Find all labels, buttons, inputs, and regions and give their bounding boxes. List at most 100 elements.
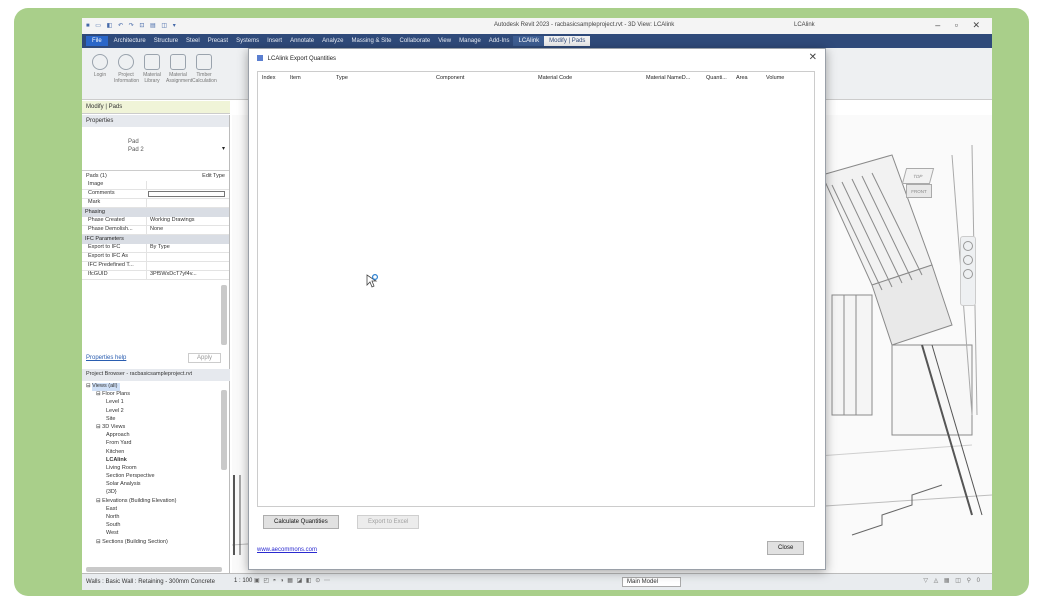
tab-systems[interactable]: Systems <box>232 38 263 44</box>
tab-annotate[interactable]: Annotate <box>286 38 318 44</box>
browser-item-views-all[interactable]: ⊟ Views (all) <box>82 383 230 392</box>
browser-item-from-yard[interactable]: From Yard <box>82 440 230 448</box>
column-header-type[interactable]: Type <box>336 75 348 81</box>
tab-insert[interactable]: Insert <box>263 38 286 44</box>
close-button[interactable]: Close <box>767 541 805 555</box>
tab-analyze[interactable]: Analyze <box>318 38 347 44</box>
aecommons-link[interactable]: www.aecommons.com <box>257 547 317 553</box>
tab-collaborate[interactable]: Collaborate <box>396 38 435 44</box>
tab-steel[interactable]: Steel <box>182 38 204 44</box>
tab-view[interactable]: View <box>434 38 455 44</box>
edit-type-button[interactable]: Edit Type <box>202 173 225 179</box>
view-control-icons[interactable]: ▣ ◰ ◓ ◑ ▦ ◪ ◧ ⊙ ⋯ <box>254 577 331 584</box>
section-phasing[interactable]: Phasing <box>82 208 229 217</box>
model-selector[interactable]: Main Model <box>622 577 682 587</box>
column-header-index[interactable]: Index <box>262 75 275 81</box>
property-value[interactable] <box>146 181 229 189</box>
steering-wheel-icon[interactable] <box>963 241 973 251</box>
property-value[interactable]: Working Drawings <box>146 217 229 225</box>
property-row[interactable]: IFC Predefined T... <box>82 262 229 271</box>
column-header-quanti[interactable]: Quanti... <box>706 75 727 81</box>
column-header-material-named[interactable]: Material NameD... <box>646 75 690 81</box>
pan-icon[interactable] <box>963 269 973 279</box>
chevron-down-icon[interactable]: ▾ <box>222 145 225 152</box>
quantities-grid[interactable]: Index Item Type Component Material Code Mater… <box>257 71 815 507</box>
browser-item-north[interactable]: North <box>82 514 230 522</box>
browser-item-floor-plans[interactable]: ⊟ Floor Plans <box>82 391 230 399</box>
browser-item-elevations-building-elevation[interactable]: ⊟ Elevations (Building Elevation) <box>82 498 230 506</box>
browser-item-south[interactable]: South <box>82 522 230 530</box>
browser-item-approach[interactable]: Approach <box>82 432 230 440</box>
tab-architecture[interactable]: Architecture <box>110 38 150 44</box>
property-value[interactable]: None <box>146 226 229 234</box>
view-cube[interactable]: TOP FRONT <box>896 164 940 208</box>
tab-file[interactable]: File <box>86 36 108 46</box>
browser-item-level-2[interactable]: Level 2 <box>82 408 230 416</box>
apply-button[interactable]: Apply <box>187 353 221 363</box>
properties-scrollbar[interactable] <box>221 285 227 345</box>
property-value[interactable] <box>148 191 225 197</box>
property-value[interactable]: 3Pf5WxDcT7yf4v... <box>146 271 229 279</box>
property-row[interactable]: IfcGUID 3Pf5WxDcT7yf4v... <box>82 271 229 280</box>
tab-add-ins[interactable]: Add-Ins <box>485 38 514 44</box>
column-header-component[interactable]: Component <box>436 75 464 81</box>
column-header-material-code[interactable]: Material Code <box>538 75 572 81</box>
property-row[interactable]: Comments <box>82 190 229 199</box>
property-row[interactable]: Export to IFC As <box>82 253 229 262</box>
browser-item-west[interactable]: West <box>82 530 230 538</box>
browser-item-east[interactable]: East <box>82 506 230 514</box>
property-row[interactable]: Image <box>82 181 229 190</box>
browser-item-3d[interactable]: {3D} <box>82 489 230 497</box>
tab-precast[interactable]: Precast <box>204 38 232 44</box>
browser-item-3d-views[interactable]: ⊟ 3D Views <box>82 424 230 432</box>
browser-item-site[interactable]: Site <box>82 416 230 424</box>
property-row[interactable]: Phase Demolish... None <box>82 226 229 235</box>
view-cube-front[interactable]: FRONT <box>906 184 932 198</box>
property-value[interactable]: By Type <box>146 244 229 252</box>
browser-scrollbar[interactable] <box>221 390 227 470</box>
browser-item-sections-building-section[interactable]: ⊟ Sections (Building Section) <box>82 539 230 547</box>
column-header-item[interactable]: Item <box>290 75 301 81</box>
tab-structure[interactable]: Structure <box>150 38 182 44</box>
instance-filter[interactable]: Pads (1) Edit Type <box>82 171 229 181</box>
project-information-button[interactable]: Project Information <box>114 54 139 84</box>
material-library-button[interactable]: Material Library <box>140 54 164 84</box>
browser-item-kitchen[interactable]: Kitchen <box>82 449 230 457</box>
browser-item-label: South <box>106 522 121 529</box>
browser-item-level-1[interactable]: Level 1 <box>82 399 230 407</box>
window-controls[interactable]: – ▫ ✕ <box>935 20 986 31</box>
user-account[interactable]: LCAlink <box>794 22 815 28</box>
property-value[interactable] <box>146 253 229 261</box>
browser-item-lcalink[interactable]: LCAlink <box>82 457 230 465</box>
view-cube-top[interactable]: TOP <box>901 168 935 184</box>
selection-filter-icons[interactable]: ▽ ◬ ▦ ◫ ⚲ 0 <box>923 577 982 584</box>
column-header-area[interactable]: Area <box>736 75 748 81</box>
property-row[interactable]: Phase Created Working Drawings <box>82 217 229 226</box>
browser-item-living-room[interactable]: Living Room <box>82 465 230 473</box>
type-selector[interactable]: Pad Pad 2 ▾ <box>82 127 229 171</box>
quick-access-toolbar[interactable]: ■ ▭ ◧ ↶ ↷ ⊡ ▤ ◫ ▾ <box>86 22 178 29</box>
browser-hscrollbar[interactable] <box>86 567 222 572</box>
calculate-quantities-button[interactable]: Calculate Quantities <box>263 515 339 529</box>
property-value[interactable] <box>146 262 229 270</box>
material-assignment-button[interactable]: Material Assignment <box>166 54 192 84</box>
view-scale[interactable]: 1 : 100 <box>234 578 252 584</box>
login-button[interactable]: Login <box>88 54 112 78</box>
timber-calculation-button[interactable]: Timber Calculation <box>192 54 217 84</box>
tab-modify-pads[interactable]: Modify | Pads <box>544 36 591 46</box>
property-row[interactable]: Export to IFC By Type <box>82 244 229 253</box>
export-to-excel-button[interactable]: Export to Excel <box>357 515 420 529</box>
column-header-volume[interactable]: Volume <box>766 75 784 81</box>
type-name: Pad 2 <box>128 147 144 153</box>
browser-item-section-perspective[interactable]: Section Perspective <box>82 473 230 481</box>
browser-item-solar-analysis[interactable]: Solar Analysis <box>82 481 230 489</box>
properties-help-link[interactable]: Properties help <box>86 355 126 361</box>
property-value[interactable] <box>146 199 229 207</box>
close-icon[interactable]: ✕ <box>809 52 817 63</box>
tab-lcalink[interactable]: LCAlink <box>513 36 545 46</box>
section-ifc[interactable]: IFC Parameters <box>82 235 229 244</box>
zoom-icon[interactable] <box>963 255 973 265</box>
tab-manage[interactable]: Manage <box>455 38 485 44</box>
tab-massing-site[interactable]: Massing & Site <box>347 38 395 44</box>
property-row[interactable]: Mark <box>82 199 229 208</box>
